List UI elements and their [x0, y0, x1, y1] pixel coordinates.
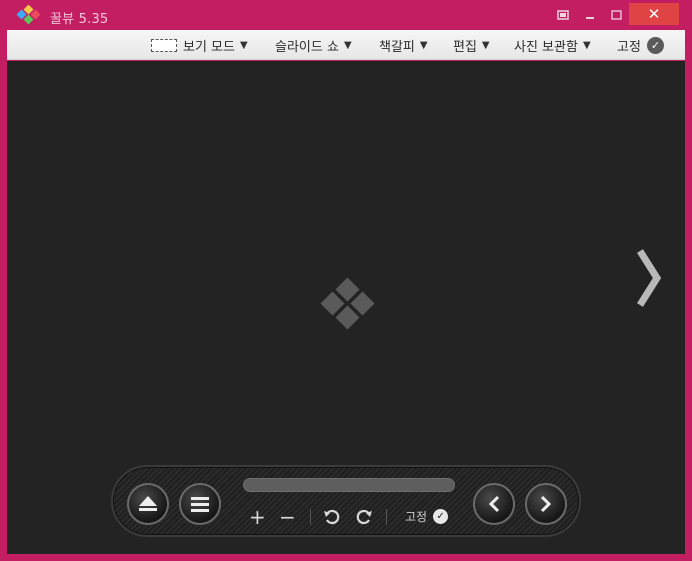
- maximize-button[interactable]: [606, 4, 626, 26]
- menu-pin[interactable]: 고정 ✓: [617, 30, 664, 60]
- divider: [310, 509, 311, 525]
- menu-edit[interactable]: 편집 ▼: [453, 30, 490, 60]
- placeholder-logo-icon: [320, 278, 375, 330]
- menu-bar: 보기 모드 ▼ 슬라이드 쇼 ▼ 책갈피 ▼ 편집 ▼ 사진 보관함 ▼ 고정 …: [7, 30, 685, 60]
- progress-slider[interactable]: [243, 478, 455, 492]
- previous-button[interactable]: [473, 483, 515, 525]
- divider: [386, 509, 387, 525]
- window-title: 꿀뷰 5.35: [50, 12, 109, 27]
- menu-label: 슬라이드 쇼: [275, 39, 339, 55]
- check-icon: ✓: [646, 36, 664, 54]
- pin-toggle[interactable]: 고정 ✓: [405, 508, 449, 525]
- rotate-left-icon[interactable]: [323, 508, 341, 526]
- eject-icon: [139, 496, 157, 511]
- chevron-left-icon: [488, 495, 500, 513]
- menu-view-mode[interactable]: 보기 모드 ▼: [151, 30, 248, 60]
- dropdown-arrow-icon: ▼: [343, 39, 352, 51]
- check-icon: ✓: [433, 509, 449, 524]
- menu-bookmarks[interactable]: 책갈피 ▼: [379, 30, 428, 60]
- next-button[interactable]: [525, 483, 567, 525]
- control-bar: + − 고정 ✓: [111, 465, 581, 537]
- close-button[interactable]: ✕: [629, 3, 679, 25]
- menu-photo-archive[interactable]: 사진 보관함 ▼: [514, 30, 591, 60]
- dropdown-arrow-icon: ▼: [419, 39, 428, 51]
- hamburger-icon: [191, 497, 209, 512]
- zoom-out-button[interactable]: −: [279, 505, 296, 529]
- menu-label: 편집: [453, 39, 477, 55]
- view-mode-icon: [151, 38, 177, 52]
- zoom-in-button[interactable]: +: [249, 505, 266, 529]
- minimize-button[interactable]: [580, 4, 600, 26]
- menu-slideshow[interactable]: 슬라이드 쇼 ▼: [275, 30, 352, 60]
- menu-label: 보기 모드: [183, 39, 235, 55]
- chevron-right-icon: [540, 495, 552, 513]
- title-bar[interactable]: 꿀뷰 5.35 ✕: [0, 0, 692, 30]
- menu-label: 사진 보관함: [514, 39, 578, 55]
- dropdown-arrow-icon: ▼: [582, 39, 591, 51]
- eject-button[interactable]: [127, 483, 169, 525]
- dropdown-arrow-icon: ▼: [481, 39, 490, 51]
- next-image-arrow-icon[interactable]: [635, 247, 663, 309]
- menu-list-button[interactable]: [179, 483, 221, 525]
- menu-label: 책갈피: [379, 39, 415, 55]
- app-window: 꿀뷰 5.35 ✕ 보기 모드 ▼ 슬라이드 쇼 ▼ 책갈피 ▼ 편집 ▼ 사진…: [0, 0, 692, 561]
- pin-window-icon[interactable]: [553, 4, 573, 26]
- app-logo-icon: [16, 5, 41, 25]
- pin-label: 고정: [405, 510, 428, 524]
- dropdown-arrow-icon: ▼: [239, 39, 248, 51]
- menu-label: 고정: [617, 39, 641, 55]
- rotate-right-icon[interactable]: [355, 508, 373, 526]
